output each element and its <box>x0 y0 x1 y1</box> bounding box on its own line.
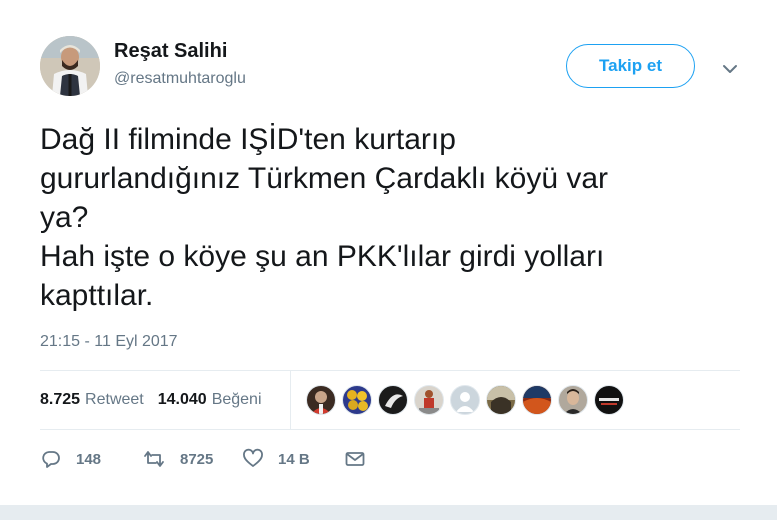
tweet-text-line: ya? <box>40 201 89 234</box>
liker-avatar[interactable] <box>306 385 336 415</box>
envelope-icon <box>345 452 365 466</box>
retweet-stat[interactable]: 8.725 Retweet <box>40 391 144 409</box>
retweet-icon <box>144 451 164 467</box>
liker-avatar[interactable] <box>342 385 372 415</box>
tweet-text-line: Hah işte o köye şu an PKK'lılar girdi yo… <box>40 240 605 273</box>
follow-button[interactable]: Takip et <box>566 44 695 88</box>
reply-count: 148 <box>76 450 102 468</box>
reply-button[interactable]: 148 <box>40 448 142 470</box>
tweet-text-line: Dağ II filminde IŞİD'ten kurtarıp <box>40 123 456 156</box>
liker-avatar[interactable] <box>558 385 588 415</box>
tweet-timestamp[interactable]: 21:15 - 11 Eyl 2017 <box>40 333 178 351</box>
stats-separator <box>290 371 291 429</box>
avatar[interactable] <box>40 36 100 96</box>
liker-avatar[interactable] <box>594 385 624 415</box>
like-count: 14.040 <box>157 391 207 408</box>
retweet-label: Retweet <box>85 391 144 408</box>
like-label: Beğeni <box>211 391 262 408</box>
user-handle[interactable]: @resatmuhtaroglu <box>114 70 246 88</box>
tweet-card: Reşat Salihi @resatmuhtaroglu Takip et D… <box>0 0 777 505</box>
like-stat[interactable]: 14.040 Beğeni <box>158 391 262 409</box>
profile-photo-icon <box>40 36 100 96</box>
heart-icon <box>243 448 263 467</box>
liker-avatar[interactable] <box>486 385 516 415</box>
tweet-text: Dağ II filminde IŞİD'ten kurtarıp gururl… <box>40 120 740 315</box>
user-name[interactable]: Reşat Salihi <box>114 40 227 63</box>
tweet-actions: 148 8725 14 B <box>40 446 366 472</box>
liker-avatar[interactable] <box>378 385 408 415</box>
liker-avatar[interactable] <box>450 385 480 415</box>
page-background-strip <box>0 505 777 520</box>
retweet-button[interactable]: 8725 <box>142 448 242 470</box>
retweet-count: 8.725 <box>40 391 81 408</box>
direct-message-button[interactable] <box>344 448 366 470</box>
more-options-chevron-down-icon[interactable] <box>716 58 744 80</box>
tweet-stats: 8.725 Retweet 14.040 Beğeni <box>40 371 276 429</box>
reply-icon <box>42 451 60 468</box>
liker-avatar[interactable] <box>414 385 444 415</box>
divider <box>40 429 740 430</box>
tweet-text-line: kapttılar. <box>40 279 154 312</box>
like-count-action: 14 B <box>278 450 310 468</box>
tweet-text-line: gururlandığınız Türkmen Çardaklı köyü va… <box>40 162 609 195</box>
retweet-count-action: 8725 <box>180 450 214 468</box>
like-button[interactable]: 14 B <box>242 448 344 470</box>
liker-avatar[interactable] <box>522 385 552 415</box>
